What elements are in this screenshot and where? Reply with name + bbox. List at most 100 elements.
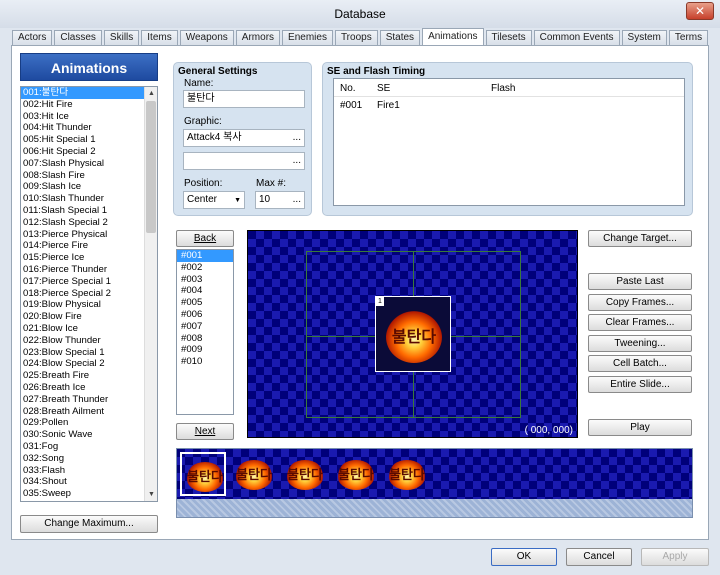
table-row[interactable]: #001 Fire1 bbox=[334, 97, 684, 113]
next-button[interactable]: Next bbox=[176, 423, 234, 440]
frame-item[interactable]: #001 bbox=[177, 250, 233, 262]
list-item[interactable]: 034:Shout bbox=[21, 476, 157, 488]
tab-actors[interactable]: Actors bbox=[12, 30, 53, 45]
frame-item[interactable]: #009 bbox=[177, 344, 233, 356]
list-item[interactable]: 026:Breath Ice bbox=[21, 382, 157, 394]
tab-states[interactable]: States bbox=[379, 30, 421, 45]
change-maximum-button[interactable]: Change Maximum... bbox=[20, 515, 158, 533]
graphic-field[interactable]: Attack4 복사 ... bbox=[183, 129, 305, 147]
back-button[interactable]: Back bbox=[176, 230, 234, 247]
list-item[interactable]: 010:Slash Thunder bbox=[21, 193, 157, 205]
frame-item[interactable]: #005 bbox=[177, 297, 233, 309]
change-target-button[interactable]: Change Target... bbox=[588, 230, 692, 247]
frame-item[interactable]: #008 bbox=[177, 333, 233, 345]
list-item[interactable]: 007:Slash Physical bbox=[21, 158, 157, 170]
apply-button[interactable]: Apply bbox=[641, 548, 709, 566]
frame-filmstrip[interactable]: 불탄다 불탄다 불탄다 불탄다 불탄다 bbox=[176, 448, 693, 518]
max-field[interactable]: 10 ... bbox=[255, 191, 305, 209]
copy-frames-button[interactable]: Copy Frames... bbox=[588, 294, 692, 311]
tab-common-events[interactable]: Common Events bbox=[533, 30, 620, 45]
list-item[interactable]: 021:Blow Ice bbox=[21, 323, 157, 335]
list-item[interactable]: 003:Hit Ice bbox=[21, 111, 157, 123]
list-item[interactable]: 006:Hit Special 2 bbox=[21, 146, 157, 158]
tweening-button[interactable]: Tweening... bbox=[588, 335, 692, 352]
entire-slide-button[interactable]: Entire Slide... bbox=[588, 376, 692, 393]
ok-button[interactable]: OK bbox=[491, 548, 557, 566]
filmstrip-frame[interactable]: 불탄다 bbox=[333, 452, 379, 496]
tab-system[interactable]: System bbox=[621, 30, 667, 45]
list-item[interactable]: 028:Breath Ailment bbox=[21, 406, 157, 418]
list-item[interactable]: 019:Blow Physical bbox=[21, 299, 157, 311]
list-item[interactable]: 029:Pollen bbox=[21, 417, 157, 429]
frame-item[interactable]: #006 bbox=[177, 309, 233, 321]
list-item[interactable]: 025:Breath Fire bbox=[21, 370, 157, 382]
list-item[interactable]: 027:Breath Thunder bbox=[21, 394, 157, 406]
filmstrip-frame[interactable]: 불탄다 bbox=[231, 452, 277, 496]
list-item[interactable]: 008:Slash Fire bbox=[21, 170, 157, 182]
list-item[interactable]: 031:Fog bbox=[21, 441, 157, 453]
tab-armors[interactable]: Armors bbox=[235, 30, 281, 45]
graphic-browse-icon[interactable]: ... bbox=[293, 130, 301, 146]
list-item[interactable]: 020:Blow Fire bbox=[21, 311, 157, 323]
clear-frames-button[interactable]: Clear Frames... bbox=[588, 314, 692, 331]
list-item[interactable]: 004:Hit Thunder bbox=[21, 122, 157, 134]
animation-list-scrollbar[interactable]: ▲ ▼ bbox=[144, 87, 157, 501]
list-item[interactable]: 001:불탄다 bbox=[21, 87, 157, 99]
close-button[interactable]: ✕ bbox=[686, 2, 714, 20]
frame-item[interactable]: #007 bbox=[177, 321, 233, 333]
se-flash-table[interactable]: No. SE Flash #001 Fire1 bbox=[333, 78, 685, 206]
scroll-thumb[interactable] bbox=[146, 101, 156, 233]
list-item[interactable]: 012:Slash Special 2 bbox=[21, 217, 157, 229]
frame-item[interactable]: #004 bbox=[177, 285, 233, 297]
list-item[interactable]: 005:Hit Special 1 bbox=[21, 134, 157, 146]
cell-batch-button[interactable]: Cell Batch... bbox=[588, 355, 692, 372]
graphic2-field[interactable]: ... bbox=[183, 152, 305, 170]
filmstrip-frame[interactable]: 불탄다 bbox=[180, 452, 226, 496]
list-item[interactable]: 032:Song bbox=[21, 453, 157, 465]
list-item[interactable]: 013:Pierce Physical bbox=[21, 229, 157, 241]
paste-last-button[interactable]: Paste Last bbox=[588, 273, 692, 290]
filmstrip-frame[interactable]: 불탄다 bbox=[282, 452, 328, 496]
frame-item[interactable]: #003 bbox=[177, 274, 233, 286]
tab-terms[interactable]: Terms bbox=[668, 30, 709, 45]
list-item[interactable]: 033:Flash bbox=[21, 465, 157, 477]
frame-item[interactable]: #002 bbox=[177, 262, 233, 274]
list-item[interactable]: 024:Blow Special 2 bbox=[21, 358, 157, 370]
frame-item[interactable]: #010 bbox=[177, 356, 233, 368]
list-item[interactable]: 022:Blow Thunder bbox=[21, 335, 157, 347]
max-browse-icon[interactable]: ... bbox=[293, 192, 301, 208]
animation-canvas[interactable]: 불탄다 1 ( 000, 000) bbox=[247, 230, 578, 438]
list-item[interactable]: 016:Pierce Thunder bbox=[21, 264, 157, 276]
tab-troops[interactable]: Troops bbox=[334, 30, 378, 45]
play-button[interactable]: Play bbox=[588, 419, 692, 436]
list-item[interactable]: 009:Slash Ice bbox=[21, 181, 157, 193]
list-item[interactable]: 017:Pierce Special 1 bbox=[21, 276, 157, 288]
animation-list[interactable]: 001:불탄다 002:Hit Fire 003:Hit Ice 004:Hit Th… bbox=[20, 86, 158, 502]
tab-weapons[interactable]: Weapons bbox=[179, 30, 234, 45]
cancel-button[interactable]: Cancel bbox=[566, 548, 632, 566]
tab-items[interactable]: Items bbox=[141, 30, 178, 45]
frame-list[interactable]: #001 #002 #003 #004 #005 #006 #007 #008 #009 #010 bbox=[176, 249, 234, 415]
tab-animations[interactable]: Animations bbox=[422, 28, 484, 45]
tab-skills[interactable]: Skills bbox=[103, 30, 140, 45]
list-item[interactable]: 035:Sweep bbox=[21, 488, 157, 500]
dropdown-arrow-icon[interactable]: ▼ bbox=[234, 193, 241, 209]
list-item[interactable]: 014:Pierce Fire bbox=[21, 240, 157, 252]
scroll-down-icon[interactable]: ▼ bbox=[145, 488, 157, 501]
graphic2-browse-icon[interactable]: ... bbox=[293, 153, 301, 169]
tab-classes[interactable]: Classes bbox=[54, 30, 102, 45]
animation-cell[interactable]: 불탄다 1 bbox=[375, 296, 451, 372]
tab-tilesets[interactable]: Tilesets bbox=[485, 30, 532, 45]
name-label: Name: bbox=[184, 78, 214, 89]
list-item[interactable]: 002:Hit Fire bbox=[21, 99, 157, 111]
position-select[interactable]: Center ▼ bbox=[183, 191, 245, 209]
list-item[interactable]: 030:Sonic Wave bbox=[21, 429, 157, 441]
list-item[interactable]: 023:Blow Special 1 bbox=[21, 347, 157, 359]
tab-enemies[interactable]: Enemies bbox=[282, 30, 333, 45]
list-item[interactable]: 011:Slash Special 1 bbox=[21, 205, 157, 217]
list-item[interactable]: 018:Pierce Special 2 bbox=[21, 288, 157, 300]
scroll-up-icon[interactable]: ▲ bbox=[145, 87, 157, 100]
name-input[interactable]: 불탄다 bbox=[183, 90, 305, 108]
filmstrip-frame[interactable]: 불탄다 bbox=[384, 452, 430, 496]
list-item[interactable]: 015:Pierce Ice bbox=[21, 252, 157, 264]
